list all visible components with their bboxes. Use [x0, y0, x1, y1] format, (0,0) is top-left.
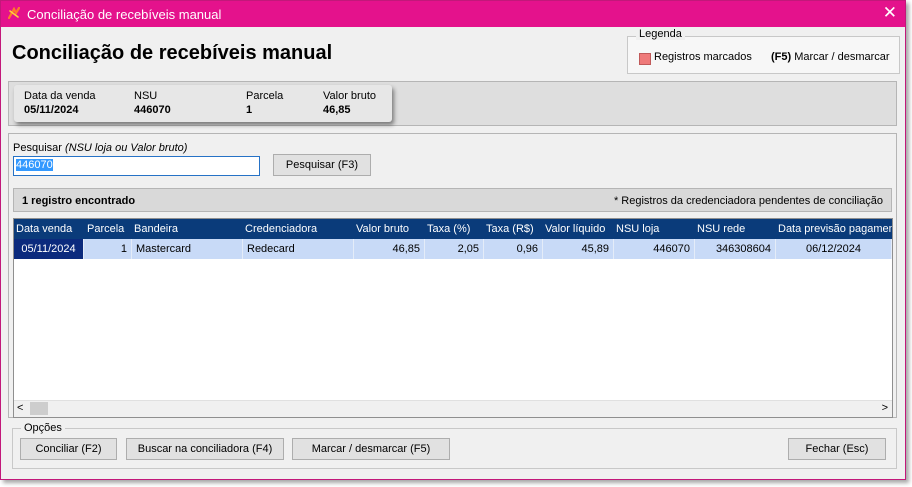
cell-nsu-rede[interactable]: 346308604	[695, 239, 776, 259]
cell-bandeira[interactable]: Mastercard	[132, 239, 243, 259]
nsu-value: 446070	[134, 104, 171, 116]
legend-title: Legenda	[636, 28, 685, 40]
conciliar-button[interactable]: Conciliar (F2)	[20, 438, 117, 460]
results-status-bar: 1 registro encontrado * Registros da cre…	[13, 188, 892, 212]
parcela-value: 1	[246, 104, 253, 116]
horizontal-scrollbar[interactable]: < >	[14, 400, 892, 417]
window-title: Conciliação de recebíveis manual	[27, 7, 222, 22]
table-row[interactable]: 05/11/2024 1 Mastercard Redecard 46,85 2…	[14, 239, 892, 259]
search-panel: Pesquisar (NSU loja ou Valor bruto) 4460…	[8, 133, 897, 418]
table-header: Data venda Parcela Bandeira Credenciador…	[14, 219, 892, 239]
nsu-field: NSU 446070	[134, 90, 171, 116]
fechar-button[interactable]: Fechar (Esc)	[788, 438, 886, 460]
scroll-right-icon[interactable]: >	[882, 402, 888, 414]
cell-valor-liquido[interactable]: 45,89	[543, 239, 614, 259]
buscar-conciliadora-button[interactable]: Buscar na conciliadora (F4)	[126, 438, 284, 460]
cell-data-venda[interactable]: 05/11/2024	[14, 239, 84, 259]
scroll-left-icon[interactable]: <	[17, 402, 23, 414]
valor-bruto-label: Valor bruto	[323, 90, 376, 102]
cell-data-previsao[interactable]: 06/12/2024	[776, 239, 892, 259]
legend-shortcut: (F5) Marcar / desmarcar	[771, 51, 890, 63]
legend-shortcut-key: (F5)	[771, 51, 792, 63]
search-input[interactable]: 446070	[13, 156, 260, 176]
cell-nsu-loja[interactable]: 446070	[614, 239, 695, 259]
app-logo-icon	[8, 7, 20, 19]
search-input-value: 446070	[16, 159, 53, 171]
column-header[interactable]: Taxa (R$)	[486, 223, 534, 235]
dialog-window: Conciliação de recebíveis manual ✕ Conci…	[0, 0, 906, 480]
options-title: Opções	[21, 422, 65, 434]
column-header[interactable]: Bandeira	[134, 223, 178, 235]
cell-credenciadora[interactable]: Redecard	[243, 239, 354, 259]
pending-note: * Registros da credenciadora pendentes d…	[613, 195, 883, 207]
column-header[interactable]: Data previsão pagamen	[778, 223, 892, 235]
legend-marked-label: Registros marcados	[654, 51, 752, 63]
sale-date-field: Data da venda 05/11/2024	[24, 90, 96, 116]
column-header[interactable]: NSU rede	[697, 223, 745, 235]
search-button[interactable]: Pesquisar (F3)	[273, 154, 371, 176]
page-title: Conciliação de recebíveis manual	[12, 42, 333, 64]
sale-info-panel: Data da venda 05/11/2024 NSU 446070 Parc…	[8, 81, 897, 126]
valor-bruto-value: 46,85	[323, 104, 351, 116]
column-header[interactable]: Taxa (%)	[427, 223, 470, 235]
valor-bruto-field: Valor bruto 46,85	[323, 90, 376, 116]
legend-shortcut-label: Marcar / desmarcar	[791, 51, 890, 63]
column-header[interactable]: NSU loja	[616, 223, 659, 235]
title-bar[interactable]: Conciliação de recebíveis manual ✕	[1, 1, 905, 27]
results-table[interactable]: Data venda Parcela Bandeira Credenciador…	[13, 218, 893, 418]
options-group: Opções Conciliar (F2) Buscar na concilia…	[12, 422, 897, 469]
marked-color-swatch	[639, 53, 651, 65]
parcela-field: Parcela 1	[246, 90, 283, 116]
parcela-label: Parcela	[246, 90, 284, 102]
cell-valor-bruto[interactable]: 46,85	[354, 239, 425, 259]
sale-date-label: Data da venda	[24, 90, 96, 102]
column-header[interactable]: Data venda	[16, 223, 72, 235]
search-hint: (NSU loja ou Valor bruto)	[64, 142, 188, 154]
cell-parcela[interactable]: 1	[84, 239, 132, 259]
cell-taxa-rs[interactable]: 0,96	[484, 239, 543, 259]
column-header[interactable]: Credenciadora	[245, 223, 317, 235]
cell-taxa-pct[interactable]: 2,05	[425, 239, 484, 259]
search-label-text: Pesquisar	[13, 142, 65, 154]
legend-box: Legenda Registros marcados (F5) Marcar /…	[627, 28, 900, 74]
column-header[interactable]: Valor bruto	[356, 223, 409, 235]
results-count: 1 registro encontrado	[22, 195, 136, 207]
close-icon[interactable]: ✕	[883, 4, 897, 22]
column-header[interactable]: Valor líquido	[545, 223, 605, 235]
scroll-thumb[interactable]	[30, 402, 48, 415]
marcar-desmarcar-button[interactable]: Marcar / desmarcar (F5)	[292, 438, 450, 460]
column-header[interactable]: Parcela	[87, 223, 124, 235]
sale-info-card: Data da venda 05/11/2024 NSU 446070 Parc…	[14, 85, 392, 122]
sale-date-value: 05/11/2024	[24, 104, 79, 116]
nsu-label: NSU	[134, 90, 158, 102]
search-label: Pesquisar (NSU loja ou Valor bruto)	[13, 142, 187, 154]
